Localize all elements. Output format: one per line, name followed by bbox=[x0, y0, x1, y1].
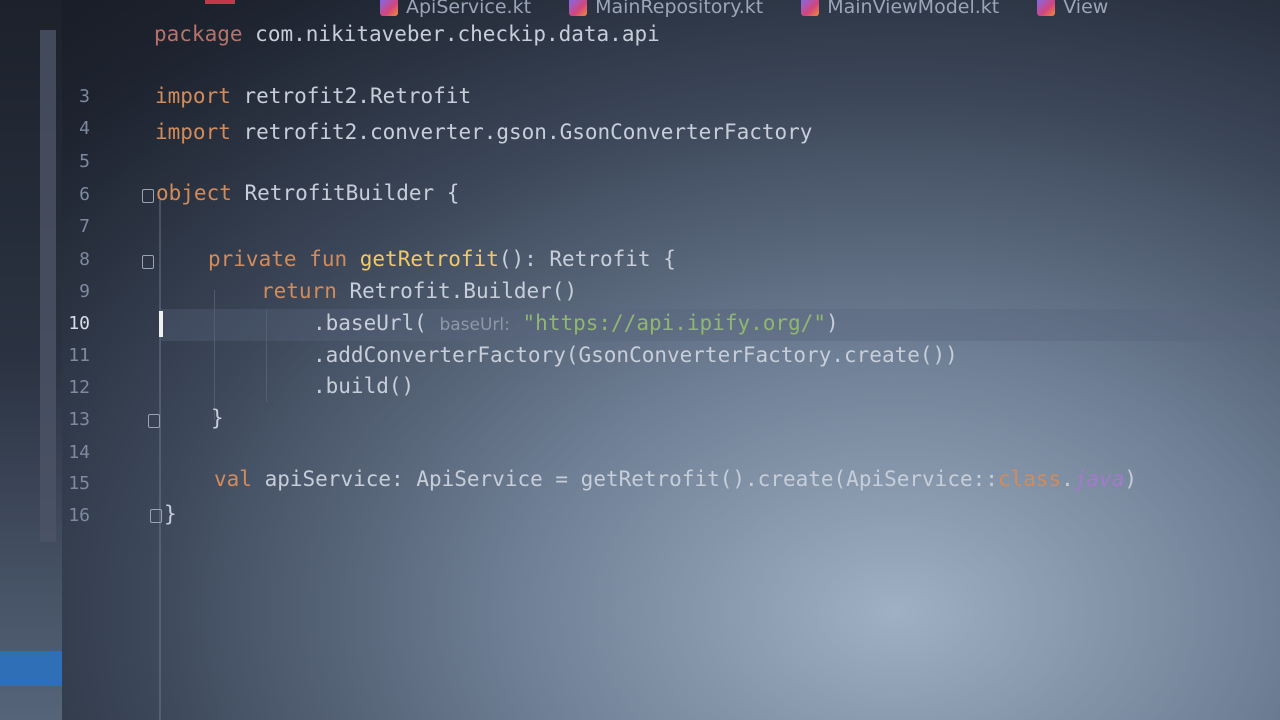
line-number[interactable]: 6 bbox=[50, 184, 90, 205]
code-line-return[interactable]: return Retrofit.Builder() bbox=[261, 279, 577, 303]
fold-marker-icon[interactable] bbox=[142, 255, 154, 269]
text-cursor bbox=[159, 311, 163, 337]
line-number[interactable]: 3 bbox=[50, 86, 90, 107]
code-line-import-gson[interactable]: import retrofit2.converter.gson.GsonConv… bbox=[155, 120, 812, 144]
tab-label: MainViewModel.kt bbox=[827, 0, 1000, 18]
line-number[interactable]: 4 bbox=[50, 118, 90, 139]
tab-label: ApiService.kt bbox=[406, 0, 532, 18]
line-number[interactable]: 14 bbox=[50, 442, 90, 463]
code-line-close-fun[interactable]: } bbox=[211, 406, 224, 430]
line-number[interactable]: 8 bbox=[50, 249, 90, 270]
kotlin-file-icon bbox=[380, 0, 398, 16]
kotlin-file-icon bbox=[1037, 0, 1056, 16]
parameter-hint: baseUrl: bbox=[439, 315, 510, 335]
line-number[interactable]: 16 bbox=[50, 505, 90, 526]
tab-mainrepository[interactable]: MainRepository.kt bbox=[569, 0, 763, 18]
kotlin-file-icon bbox=[569, 0, 588, 16]
line-number[interactable]: 13 bbox=[50, 409, 90, 430]
code-line-import-retrofit[interactable]: import retrofit2.Retrofit bbox=[155, 84, 471, 108]
code-line-val[interactable]: val apiService: ApiService = getRetrofit… bbox=[214, 467, 1137, 491]
tool-window-button[interactable] bbox=[0, 651, 62, 686]
line-number[interactable]: 12 bbox=[50, 377, 90, 398]
code-line-fun[interactable]: private fun getRetrofit(): Retrofit { bbox=[208, 247, 676, 271]
fold-marker-icon[interactable] bbox=[142, 189, 154, 203]
editor-tab-bar: ApiService.kt MainRepository.kt MainView… bbox=[380, 0, 1280, 20]
tab-label: View bbox=[1063, 0, 1109, 18]
code-line-close-object[interactable]: } bbox=[164, 502, 177, 526]
code-line-object[interactable]: object RetrofitBuilder { bbox=[156, 181, 459, 205]
error-marker bbox=[205, 0, 235, 4]
code-line-baseurl[interactable]: .baseUrl( baseUrl: "https://api.ipify.or… bbox=[313, 311, 839, 335]
fold-marker-icon[interactable] bbox=[148, 414, 160, 428]
line-number-current[interactable]: 10 bbox=[50, 313, 90, 334]
line-number[interactable]: 5 bbox=[50, 151, 90, 172]
line-number[interactable]: 9 bbox=[50, 281, 90, 302]
tab-apiservice[interactable]: ApiService.kt bbox=[380, 0, 531, 18]
tab-view[interactable]: View bbox=[1037, 0, 1108, 18]
code-line-build[interactable]: .build() bbox=[313, 374, 414, 398]
code-line-package[interactable]: package com.nikitaveber.checkip.data.api bbox=[154, 22, 660, 46]
tab-mainviewmodel[interactable]: MainViewModel.kt bbox=[801, 0, 999, 18]
kotlin-file-icon bbox=[801, 0, 820, 16]
line-number[interactable]: 7 bbox=[50, 216, 90, 237]
line-number[interactable]: 11 bbox=[50, 345, 90, 366]
fold-marker-icon[interactable] bbox=[150, 509, 162, 523]
tab-label: MainRepository.kt bbox=[595, 0, 764, 18]
code-line-converter[interactable]: .addConverterFactory(GsonConverterFactor… bbox=[313, 343, 958, 367]
line-number[interactable]: 15 bbox=[50, 473, 90, 494]
gutter-separator bbox=[159, 200, 161, 720]
